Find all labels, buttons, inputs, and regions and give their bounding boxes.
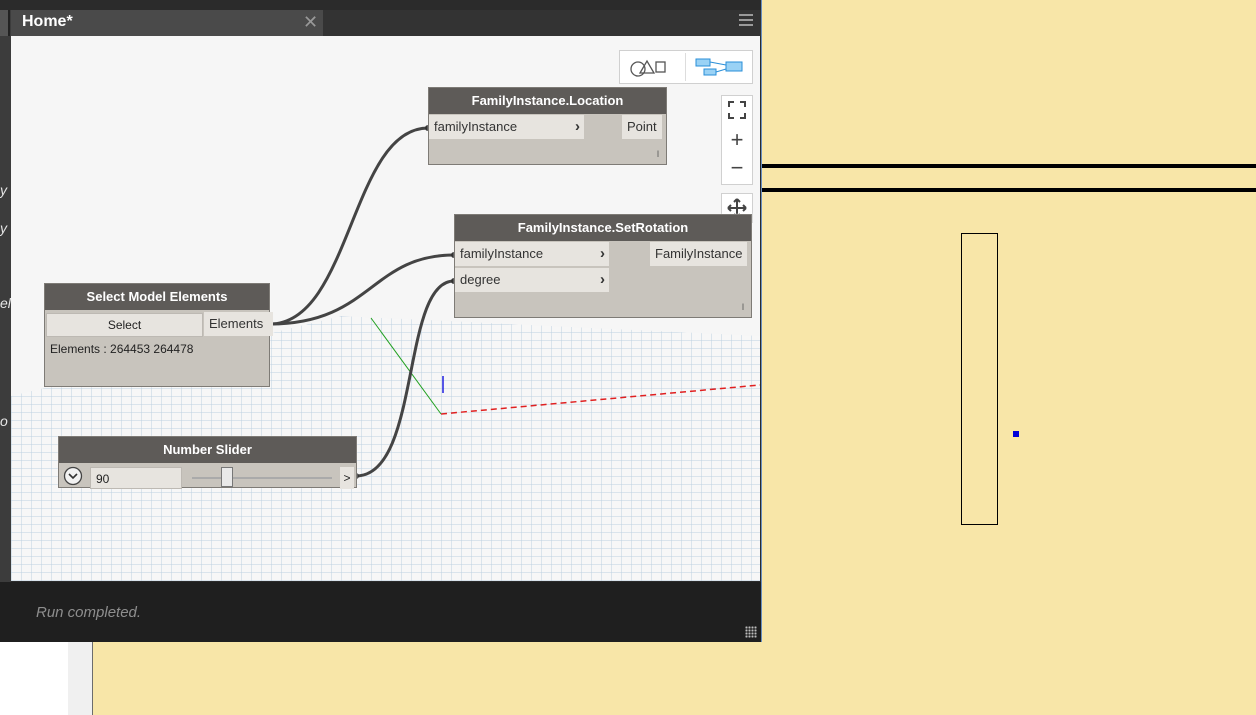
- output-port-point[interactable]: Point: [622, 115, 662, 139]
- slider-value-input[interactable]: 90: [90, 467, 182, 489]
- port-label: degree: [460, 272, 501, 287]
- chevron-down-icon[interactable]: [63, 466, 83, 486]
- chevron-right-icon: ›: [600, 245, 605, 262]
- library-fragment: el: [0, 295, 11, 311]
- background-scrollbar-strip: [68, 640, 93, 715]
- library-fragment: o: [0, 413, 8, 429]
- wire-elements-to-location: [269, 126, 429, 326]
- graph-view-icon[interactable]: [694, 57, 746, 77]
- background-left-panel: [0, 640, 68, 715]
- drawing-wall-line-bottom: [760, 188, 1256, 192]
- port-label: familyInstance: [460, 246, 544, 261]
- run-status-text: Run completed.: [36, 604, 142, 621]
- library-tab-edge: [0, 10, 10, 36]
- dynamo-window: y y el o Home* ✕ + − FamilyInstance.Loca…: [0, 0, 762, 642]
- zoom-out-button[interactable]: −: [722, 154, 752, 182]
- node-familyinstance-setrotation[interactable]: FamilyInstance.SetRotation familyInstanc…: [454, 214, 752, 318]
- node-title: FamilyInstance.Location: [429, 88, 666, 114]
- output-port-number[interactable]: >: [340, 467, 354, 489]
- node-foot-mark: l: [657, 149, 659, 159]
- node-foot-mark: l: [742, 302, 744, 312]
- chevron-right-icon: ›: [575, 118, 580, 135]
- zoom-controls: + −: [721, 95, 753, 185]
- zoom-in-button[interactable]: +: [722, 126, 752, 154]
- drawing-selection-grip[interactable]: [1013, 431, 1019, 437]
- output-port-familyinstance[interactable]: FamilyInstance: [650, 242, 748, 266]
- zoom-fit-icon[interactable]: [722, 96, 752, 124]
- input-port-familyinstance[interactable]: familyInstance ›: [429, 115, 584, 139]
- node-title: FamilyInstance.SetRotation: [455, 215, 751, 241]
- view-toggle[interactable]: [619, 50, 753, 84]
- workspace-canvas[interactable]: + − FamilyInstance.Location familyInstan…: [11, 36, 760, 581]
- library-panel-edge: y y el o: [0, 10, 11, 582]
- node-familyinstance-location[interactable]: FamilyInstance.Location familyInstance ›…: [428, 87, 667, 165]
- select-button[interactable]: Select: [46, 313, 203, 337]
- library-fragment: y: [0, 220, 7, 236]
- tab-home[interactable]: Home* ✕: [11, 10, 323, 36]
- input-port-familyinstance[interactable]: familyInstance ›: [455, 242, 609, 266]
- port-label: familyInstance: [434, 119, 518, 134]
- output-port-elements[interactable]: Elements: [204, 312, 273, 336]
- resize-grip-icon[interactable]: [745, 626, 757, 638]
- library-fragment: y: [0, 182, 7, 198]
- input-port-degree[interactable]: degree ›: [455, 268, 609, 292]
- node-number-slider[interactable]: Number Slider 90 >: [58, 436, 357, 489]
- node-title: Select Model Elements: [45, 284, 269, 310]
- slider-thumb[interactable]: [221, 467, 233, 487]
- chevron-right-icon: ›: [600, 271, 605, 288]
- drawing-family-instance-rect[interactable]: [961, 233, 998, 525]
- workspace-tabbar: Home* ✕: [11, 10, 761, 36]
- tab-home-label: Home*: [22, 13, 73, 30]
- hamburger-menu-icon[interactable]: [739, 14, 753, 28]
- geometry-view-icon[interactable]: [628, 56, 668, 78]
- node-select-model-elements[interactable]: Select Model Elements Select Elements El…: [44, 283, 273, 387]
- tab-close-icon[interactable]: ✕: [303, 12, 318, 33]
- slider-track[interactable]: [192, 477, 332, 479]
- node-value-preview: Elements : 264453 264478: [50, 342, 194, 356]
- drawing-wall-line-top: [760, 164, 1256, 168]
- node-title: Number Slider: [59, 437, 356, 463]
- status-bar: Run completed.: [0, 582, 761, 642]
